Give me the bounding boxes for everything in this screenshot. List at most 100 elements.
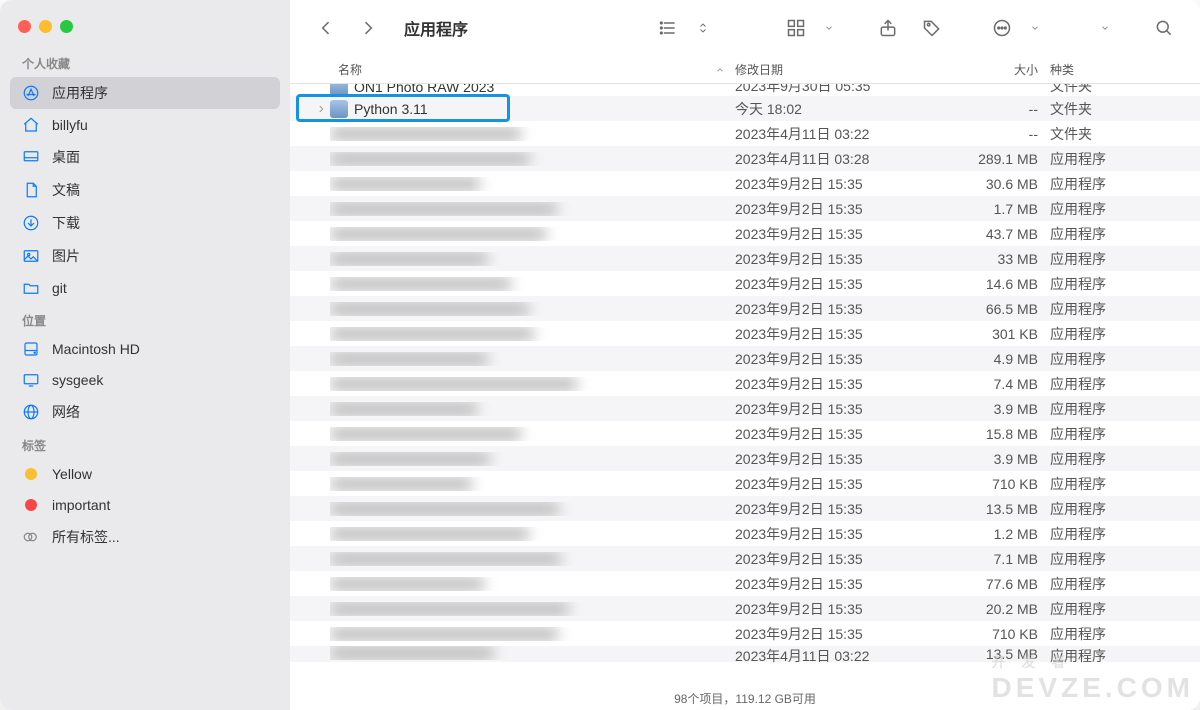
file-row[interactable]: 2023年9月2日 15:3530.6 MB应用程序 — [290, 171, 1200, 196]
group-button[interactable] — [778, 13, 814, 43]
file-row[interactable]: 2023年9月2日 15:3566.5 MB应用程序 — [290, 296, 1200, 321]
file-date: 2023年9月2日 15:35 — [735, 174, 935, 194]
minimize-icon[interactable] — [39, 20, 52, 33]
file-size: 710 KB — [935, 476, 1050, 492]
file-date: 2023年4月11日 03:22 — [735, 124, 935, 144]
file-date: 2023年9月2日 15:35 — [735, 624, 935, 644]
file-row[interactable]: 2023年9月2日 15:354.9 MB应用程序 — [290, 346, 1200, 371]
file-row[interactable]: 2023年9月2日 15:35710 KB应用程序 — [290, 471, 1200, 496]
file-kind: 应用程序 — [1050, 299, 1200, 319]
file-kind: 应用程序 — [1050, 399, 1200, 419]
sidebar-item-label: billyfu — [52, 117, 88, 133]
tag-dot — [22, 465, 40, 483]
file-row[interactable]: 2023年4月11日 03:22--文件夹 — [290, 121, 1200, 146]
sidebar-item-文稿[interactable]: 文稿 — [10, 174, 280, 206]
chevron-down-icon[interactable] — [1028, 13, 1042, 43]
file-row[interactable]: 2023年9月2日 15:3515.8 MB应用程序 — [290, 421, 1200, 446]
file-row[interactable]: ON1 Photo RAW 20232023年9月30日 05:35文件夹 — [290, 84, 1200, 96]
file-kind: 文件夹 — [1050, 99, 1200, 119]
tag-button[interactable] — [914, 13, 950, 43]
file-size: -- — [935, 101, 1050, 117]
sidebar-item-label: 文稿 — [52, 180, 80, 200]
file-date: 2023年9月2日 15:35 — [735, 474, 935, 494]
file-size: 13.5 MB — [935, 646, 1050, 662]
file-row[interactable]: 2023年9月2日 15:357.1 MB应用程序 — [290, 546, 1200, 571]
file-row[interactable]: 2023年9月2日 15:3513.5 MB应用程序 — [290, 496, 1200, 521]
sidebar-item-Yellow[interactable]: Yellow — [10, 459, 280, 489]
file-row[interactable]: 2023年9月2日 15:35301 KB应用程序 — [290, 321, 1200, 346]
file-kind: 应用程序 — [1050, 224, 1200, 244]
file-row[interactable]: 2023年9月2日 15:3520.2 MB应用程序 — [290, 596, 1200, 621]
file-kind: 应用程序 — [1050, 174, 1200, 194]
file-size: 1.2 MB — [935, 526, 1050, 542]
file-row[interactable]: 2023年9月2日 15:353.9 MB应用程序 — [290, 446, 1200, 471]
sidebar-item-下载[interactable]: 下载 — [10, 207, 280, 239]
finder-window: 个人收藏应用程序billyfu桌面文稿下载图片git位置Macintosh HD… — [0, 0, 1200, 710]
file-row[interactable]: 2023年4月11日 03:2213.5 MB应用程序 — [290, 646, 1200, 662]
sidebar-item-label: git — [52, 280, 67, 296]
file-date: 2023年9月2日 15:35 — [735, 499, 935, 519]
sidebar-item-label: Macintosh HD — [52, 341, 140, 357]
close-icon[interactable] — [18, 20, 31, 33]
file-row[interactable]: 2023年9月2日 15:351.7 MB应用程序 — [290, 196, 1200, 221]
file-date: 2023年9月2日 15:35 — [735, 449, 935, 469]
column-size[interactable]: 大小 — [935, 61, 1050, 78]
view-sort-icon[interactable] — [694, 13, 712, 43]
file-row[interactable]: 2023年9月2日 15:3514.6 MB应用程序 — [290, 271, 1200, 296]
file-kind: 应用程序 — [1050, 149, 1200, 169]
sidebar-item-sysgeek[interactable]: sysgeek — [10, 365, 280, 395]
file-name: Python 3.11 — [354, 101, 428, 117]
file-row[interactable]: 2023年4月11日 03:28289.1 MB应用程序 — [290, 146, 1200, 171]
sidebar-item-git[interactable]: git — [10, 273, 280, 303]
file-size: 289.1 MB — [935, 151, 1050, 167]
chevron-down-icon[interactable] — [822, 13, 836, 43]
more-button[interactable] — [984, 13, 1020, 43]
sidebar-item-应用程序[interactable]: 应用程序 — [10, 77, 280, 109]
sidebar-heading: 位置 — [0, 304, 290, 333]
file-kind: 应用程序 — [1050, 499, 1200, 519]
file-row[interactable]: Python 3.11 今天 18:02--文件夹 — [290, 96, 1200, 121]
column-name[interactable]: 名称 — [338, 61, 735, 78]
view-list-button[interactable] — [650, 13, 686, 43]
file-size: 710 KB — [935, 626, 1050, 642]
column-kind[interactable]: 种类 — [1050, 61, 1200, 78]
file-list[interactable]: ON1 Photo RAW 20232023年9月30日 05:35文件夹Pyt… — [290, 84, 1200, 688]
status-bar: 98个项目，119.12 GB可用 — [290, 688, 1200, 710]
sidebar-item-所有标签...[interactable]: 所有标签... — [10, 521, 280, 553]
file-row[interactable]: 2023年9月2日 15:3543.7 MB应用程序 — [290, 221, 1200, 246]
sidebar-item-label: important — [52, 497, 110, 513]
file-row[interactable]: 2023年9月2日 15:3577.6 MB应用程序 — [290, 571, 1200, 596]
maximize-icon[interactable] — [60, 20, 73, 33]
file-date: 今天 18:02 — [735, 99, 935, 119]
file-row[interactable]: 2023年9月2日 15:353.9 MB应用程序 — [290, 396, 1200, 421]
all-tags-icon — [22, 528, 40, 546]
file-row[interactable]: 2023年9月2日 15:357.4 MB应用程序 — [290, 371, 1200, 396]
sidebar-item-图片[interactable]: 图片 — [10, 240, 280, 272]
file-kind: 应用程序 — [1050, 199, 1200, 219]
search-button[interactable] — [1146, 13, 1182, 43]
file-name: ON1 Photo RAW 2023 — [354, 84, 494, 95]
sidebar-item-label: 下载 — [52, 213, 80, 233]
sidebar-item-important[interactable]: important — [10, 490, 280, 520]
sidebar-item-桌面[interactable]: 桌面 — [10, 141, 280, 173]
disclosure-icon[interactable] — [316, 101, 326, 117]
file-row[interactable]: 2023年9月2日 15:3533 MB应用程序 — [290, 246, 1200, 271]
file-date: 2023年9月2日 15:35 — [735, 199, 935, 219]
document-icon — [22, 181, 40, 199]
back-button[interactable] — [308, 13, 344, 43]
share-button[interactable] — [870, 13, 906, 43]
sidebar-item-Macintosh HD[interactable]: Macintosh HD — [10, 334, 280, 364]
file-size: -- — [935, 126, 1050, 142]
sidebar-item-网络[interactable]: 网络 — [10, 396, 280, 428]
file-date: 2023年9月2日 15:35 — [735, 274, 935, 294]
main-panel: 应用程序 名称 修改日期 大小 种类 ON1 Photo RAW 2023202… — [290, 0, 1200, 710]
column-date[interactable]: 修改日期 — [735, 61, 935, 78]
forward-button[interactable] — [350, 13, 386, 43]
toolbar: 应用程序 — [290, 0, 1200, 56]
file-kind: 应用程序 — [1050, 624, 1200, 644]
file-row[interactable]: 2023年9月2日 15:351.2 MB应用程序 — [290, 521, 1200, 546]
sidebar-item-billyfu[interactable]: billyfu — [10, 110, 280, 140]
file-row[interactable]: 2023年9月2日 15:35710 KB应用程序 — [290, 621, 1200, 646]
sidebar-item-label: 应用程序 — [52, 83, 108, 103]
chevron-down-icon[interactable] — [1098, 13, 1112, 43]
